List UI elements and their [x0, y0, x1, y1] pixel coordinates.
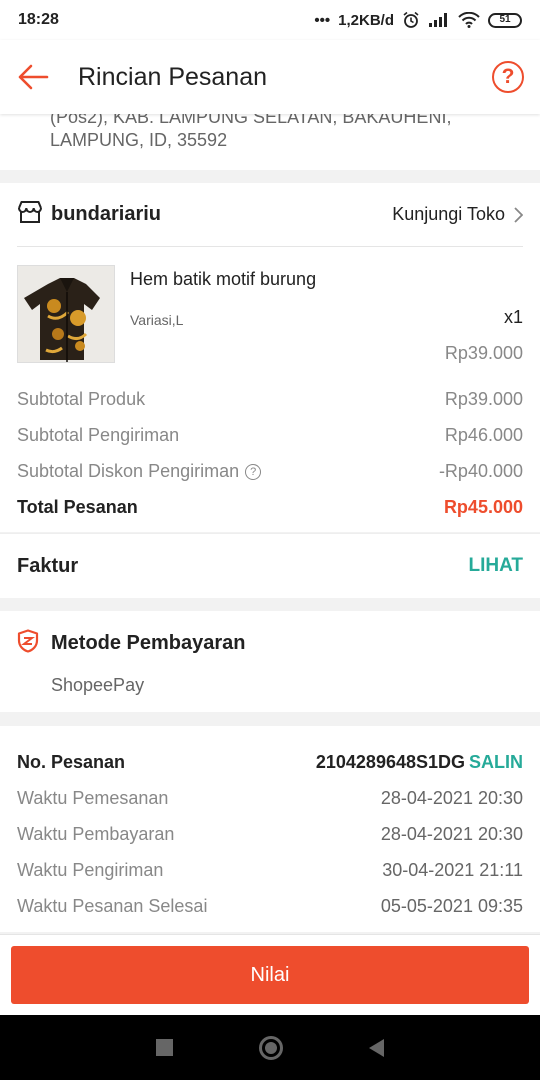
shipping-time-value: 30-04-2021 21:11 — [382, 859, 523, 880]
shipping-discount-label-wrap: Subtotal Diskon Pengiriman? — [17, 460, 262, 482]
payment-method-card: Metode Pembayaran ShopeePay — [0, 611, 540, 712]
product-image — [17, 265, 115, 363]
app-header: Rincian Pesanan ? — [0, 40, 540, 114]
completed-time-label: Waktu Pesanan Selesai — [17, 895, 208, 916]
subtotal-shipping-label: Subtotal Pengiriman — [17, 424, 180, 445]
product-item[interactable]: Hem batik motif burung Variasi,L x1 Rp39… — [17, 247, 523, 381]
more-dots-icon: ••• — [314, 11, 331, 29]
product-variation: Variasi,L — [130, 312, 184, 328]
completed-time-row: Waktu Pesanan Selesai 05-05-2021 09:35 — [17, 888, 523, 924]
subtotal-product-row: Subtotal Produk Rp39.000 — [17, 381, 523, 417]
order-time-value: 28-04-2021 20:30 — [380, 787, 523, 808]
invoice-label: Faktur — [17, 554, 79, 577]
network-speed: 1,2KB/d — [338, 11, 394, 29]
product-name: Hem batik motif burung — [130, 269, 317, 289]
order-info-card: No. Pesanan 2104289648S1DG SALIN Waktu Pe… — [0, 726, 540, 932]
wifi-icon — [458, 12, 480, 28]
back-triangle-icon[interactable] — [369, 1038, 384, 1057]
chevron-right-icon — [514, 206, 523, 223]
shipping-time-label: Waktu Pengiriman — [17, 859, 164, 880]
product-price: Rp39.000 — [444, 343, 523, 363]
order-total-row: Total Pesanan Rp45.000 — [17, 489, 523, 525]
subtotal-shipping-row: Subtotal Pengiriman Rp46.000 — [17, 417, 523, 453]
payment-time-row: Waktu Pembayaran 28-04-2021 20:30 — [17, 816, 523, 852]
order-time-label: Waktu Pemesanan — [17, 787, 169, 808]
status-icons: ••• 1,2KB/d 51 — [314, 11, 522, 29]
page-title: Rincian Pesanan — [78, 62, 268, 91]
payment-method: ShopeePay — [51, 675, 145, 695]
question-circle-icon[interactable]: ? — [245, 463, 262, 480]
order-detail-content: (Pos2), KAB. LAMPUNG SELATAN, BAKAUHENI,… — [0, 114, 540, 934]
copy-order-number-button[interactable]: SALIN — [469, 752, 523, 772]
address-line-1: (Pos2), KAB. LAMPUNG SELATAN, BAKAUHENI, — [50, 114, 452, 127]
help-icon[interactable]: ? — [492, 61, 524, 93]
view-invoice-link[interactable]: LIHAT — [468, 555, 523, 577]
bottom-action-bar: Nilai — [0, 934, 540, 1015]
subtotal-shipping-value: Rp46.000 — [444, 424, 523, 445]
completed-time-value: 05-05-2021 09:35 — [380, 895, 523, 916]
address-line-2: LAMPUNG, ID, 35592 — [50, 130, 228, 150]
payment-header: Metode Pembayaran — [17, 611, 523, 675]
visit-shop-link[interactable]: Kunjungi Toko — [392, 204, 523, 225]
shipping-discount-value: -Rp40.000 — [438, 460, 523, 481]
shipping-time-row: Waktu Pengiriman 30-04-2021 21:11 — [17, 852, 523, 888]
order-number: 2104289648S1DG — [315, 751, 465, 772]
payment-time-label: Waktu Pembayaran — [17, 823, 175, 844]
shield-icon — [17, 628, 39, 658]
shop-header: bundariariu Kunjungi Toko — [17, 183, 523, 247]
order-total-label: Total Pesanan — [17, 496, 138, 517]
rate-button[interactable]: Nilai — [11, 946, 529, 1004]
visit-shop-label: Kunjungi Toko — [392, 204, 505, 224]
order-time-row: Waktu Pemesanan 28-04-2021 20:30 — [17, 780, 523, 816]
order-number-wrap: 2104289648S1DG SALIN — [316, 752, 523, 773]
system-nav-bar — [0, 1015, 540, 1080]
product-quantity: x1 — [503, 307, 523, 327]
shipping-address: (Pos2), KAB. LAMPUNG SELATAN, BAKAUHENI,… — [0, 114, 540, 170]
order-number-row: No. Pesanan 2104289648S1DG SALIN — [17, 744, 523, 780]
back-arrow-icon[interactable] — [16, 60, 50, 94]
alarm-icon — [402, 11, 420, 29]
product-info: Hem batik motif burung Variasi,L x1 Rp39… — [130, 265, 523, 381]
signal-icon — [428, 12, 450, 28]
shop-order-card: bundariariu Kunjungi Toko Hem batik moti… — [0, 183, 540, 532]
subtotal-product-value: Rp39.000 — [444, 388, 523, 409]
invoice-row: Faktur LIHAT — [0, 533, 540, 598]
subtotal-product-label: Subtotal Produk — [17, 388, 146, 409]
battery-icon: 51 — [488, 12, 522, 28]
recent-apps-icon[interactable] — [156, 1039, 173, 1056]
status-time: 18:28 — [18, 11, 59, 28]
payment-title: Metode Pembayaran — [51, 631, 246, 654]
status-bar: 18:28 ••• 1,2KB/d 51 — [0, 0, 540, 40]
order-number-label: No. Pesanan — [17, 751, 126, 772]
shop-name: bundariariu — [51, 203, 162, 225]
shipping-discount-row: Subtotal Diskon Pengiriman? -Rp40.000 — [17, 453, 523, 489]
payment-time-value: 28-04-2021 20:30 — [380, 823, 523, 844]
shipping-discount-label: Subtotal Diskon Pengiriman — [17, 460, 240, 481]
store-icon — [17, 200, 43, 229]
home-icon[interactable] — [259, 1035, 283, 1060]
order-total-value: Rp45.000 — [443, 496, 523, 517]
